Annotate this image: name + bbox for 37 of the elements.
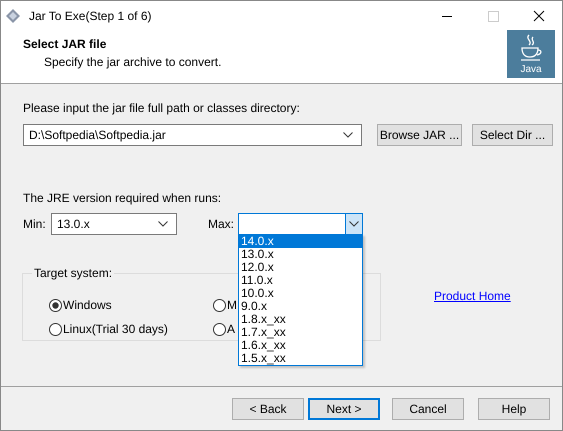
wizard-button[interactable]: Next > [308, 398, 380, 420]
window-title: Jar To Exe(Step 1 of 6) [29, 9, 152, 23]
version-option[interactable]: 10.0.x [239, 287, 362, 300]
radio-option[interactable]: Windows [49, 298, 112, 312]
wizard-button[interactable]: Cancel [392, 398, 464, 420]
path-label: Please input the jar file full path or classes directory: [23, 101, 301, 115]
group-label: Target system: [32, 266, 114, 280]
version-option[interactable]: 1.8.x_xx [239, 313, 362, 326]
step-title: Select JAR file [23, 37, 108, 51]
radio-option[interactable]: A [213, 322, 236, 336]
app-icon [5, 8, 21, 24]
version-option[interactable]: 14.0.x [239, 235, 362, 248]
min-combo[interactable]: 13.0.x [51, 213, 177, 235]
max-label: Max: [208, 217, 236, 231]
radio-option[interactable]: Linux(Trial 30 days) [49, 322, 168, 336]
version-option[interactable]: 11.0.x [239, 274, 362, 287]
step-subtitle: Specify the jar archive to convert. [44, 55, 222, 69]
radio-option[interactable]: M [213, 298, 237, 312]
min-label: Min: [23, 217, 47, 231]
chevron-icon [158, 221, 168, 227]
max-combo[interactable] [238, 213, 363, 235]
wizard-button[interactable]: < Back [232, 398, 304, 420]
chevron-icon [349, 221, 359, 227]
java-logo: Java [507, 30, 555, 78]
version-option[interactable]: 12.0.x [239, 261, 362, 274]
version-option[interactable]: 1.5.x_xx [239, 352, 362, 365]
jre-label: The JRE version required when runs: [23, 191, 222, 205]
version-option[interactable]: 1.6.x_xx [239, 339, 362, 352]
version-option[interactable]: 9.0.x [239, 300, 362, 313]
version-option[interactable]: 1.7.x_xx [239, 326, 362, 339]
wizard-button[interactable]: Help [478, 398, 550, 420]
product-home-link[interactable]: Product Home [434, 289, 511, 303]
select-dir-button[interactable]: Select Dir ... [472, 124, 553, 146]
chevron-icon [343, 132, 353, 138]
version-option[interactable]: 13.0.x [239, 248, 362, 261]
browse-jar-button[interactable]: Browse JAR ... [377, 124, 462, 146]
path-combo[interactable]: D:\Softpedia\Softpedia.jar [23, 124, 362, 146]
